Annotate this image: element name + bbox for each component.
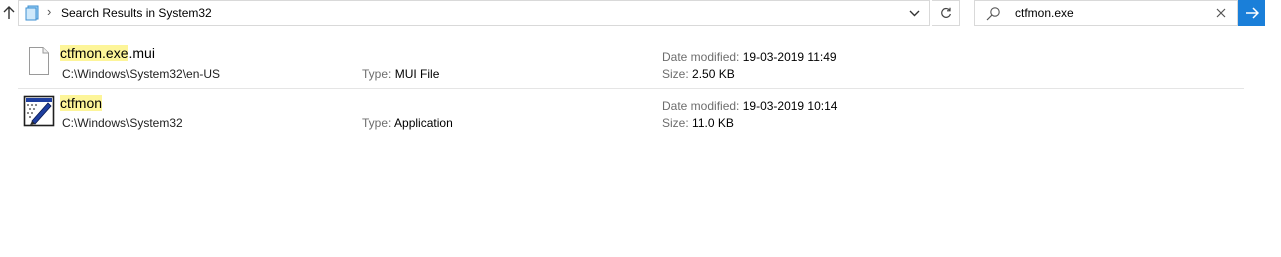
- file-date-modified: Date modified: 19-03-2019 10:14: [662, 99, 837, 113]
- size-label: Size:: [662, 116, 689, 130]
- name-rest: .mui: [128, 45, 155, 61]
- size-value: 2.50 KB: [692, 67, 735, 81]
- arrow-right-icon: [1245, 7, 1259, 19]
- clear-search-button[interactable]: [1213, 5, 1229, 21]
- file-date-modified: Date modified: 19-03-2019 11:49: [662, 50, 837, 64]
- file-type: Type: MUI File: [362, 67, 439, 81]
- type-value: MUI File: [394, 67, 440, 81]
- file-size: Size: 2.50 KB: [662, 67, 735, 81]
- result-row[interactable]: ctfmon C:\Windows\System32 Type: Applica…: [18, 90, 1244, 137]
- row-divider: [18, 88, 1244, 89]
- application-icon: [23, 95, 55, 127]
- address-bar[interactable]: › Search Results in System32: [18, 0, 930, 26]
- size-value: 11.0 KB: [692, 116, 734, 130]
- refresh-button[interactable]: [932, 0, 960, 26]
- address-dropdown-button[interactable]: [907, 5, 921, 21]
- search-go-button[interactable]: [1238, 0, 1265, 26]
- date-label: Date modified:: [662, 99, 740, 113]
- search-input[interactable]: ctfmon.exe: [1015, 6, 1074, 20]
- file-name[interactable]: ctfmon: [60, 95, 103, 111]
- file-path: C:\Windows\System32: [62, 116, 183, 130]
- search-icon: [986, 7, 1000, 21]
- date-value: 19-03-2019 11:49: [742, 50, 837, 64]
- date-label: Date modified:: [662, 50, 740, 64]
- search-box[interactable]: ctfmon.exe: [974, 0, 1238, 26]
- result-row[interactable]: ctfmon.exe.mui C:\Windows\System32\en-US…: [18, 42, 1244, 89]
- chevron-down-icon: [909, 10, 919, 16]
- file-type: Type: Application: [362, 116, 453, 130]
- type-label: Type:: [362, 116, 392, 130]
- file-size: Size: 11.0 KB: [662, 116, 734, 130]
- date-value: 19-03-2019 10:14: [742, 99, 838, 113]
- breadcrumb[interactable]: Search Results in System32: [61, 6, 212, 20]
- file-name[interactable]: ctfmon.exe.mui: [60, 45, 155, 61]
- file-path: C:\Windows\System32\en-US: [62, 67, 221, 81]
- close-icon: [1216, 8, 1226, 18]
- folder-icon: [25, 5, 39, 21]
- refresh-icon: [940, 7, 951, 18]
- name-match-highlight: ctfmon.exe: [60, 45, 129, 61]
- blank-file-icon: [29, 47, 49, 75]
- size-label: Size:: [662, 67, 689, 81]
- up-button[interactable]: [0, 3, 18, 23]
- name-match-highlight: ctfmon: [60, 95, 103, 111]
- type-value: Application: [394, 116, 453, 130]
- arrow-up-icon: [3, 6, 15, 19]
- chevron-right-icon: ›: [47, 4, 52, 19]
- type-label: Type:: [362, 67, 392, 81]
